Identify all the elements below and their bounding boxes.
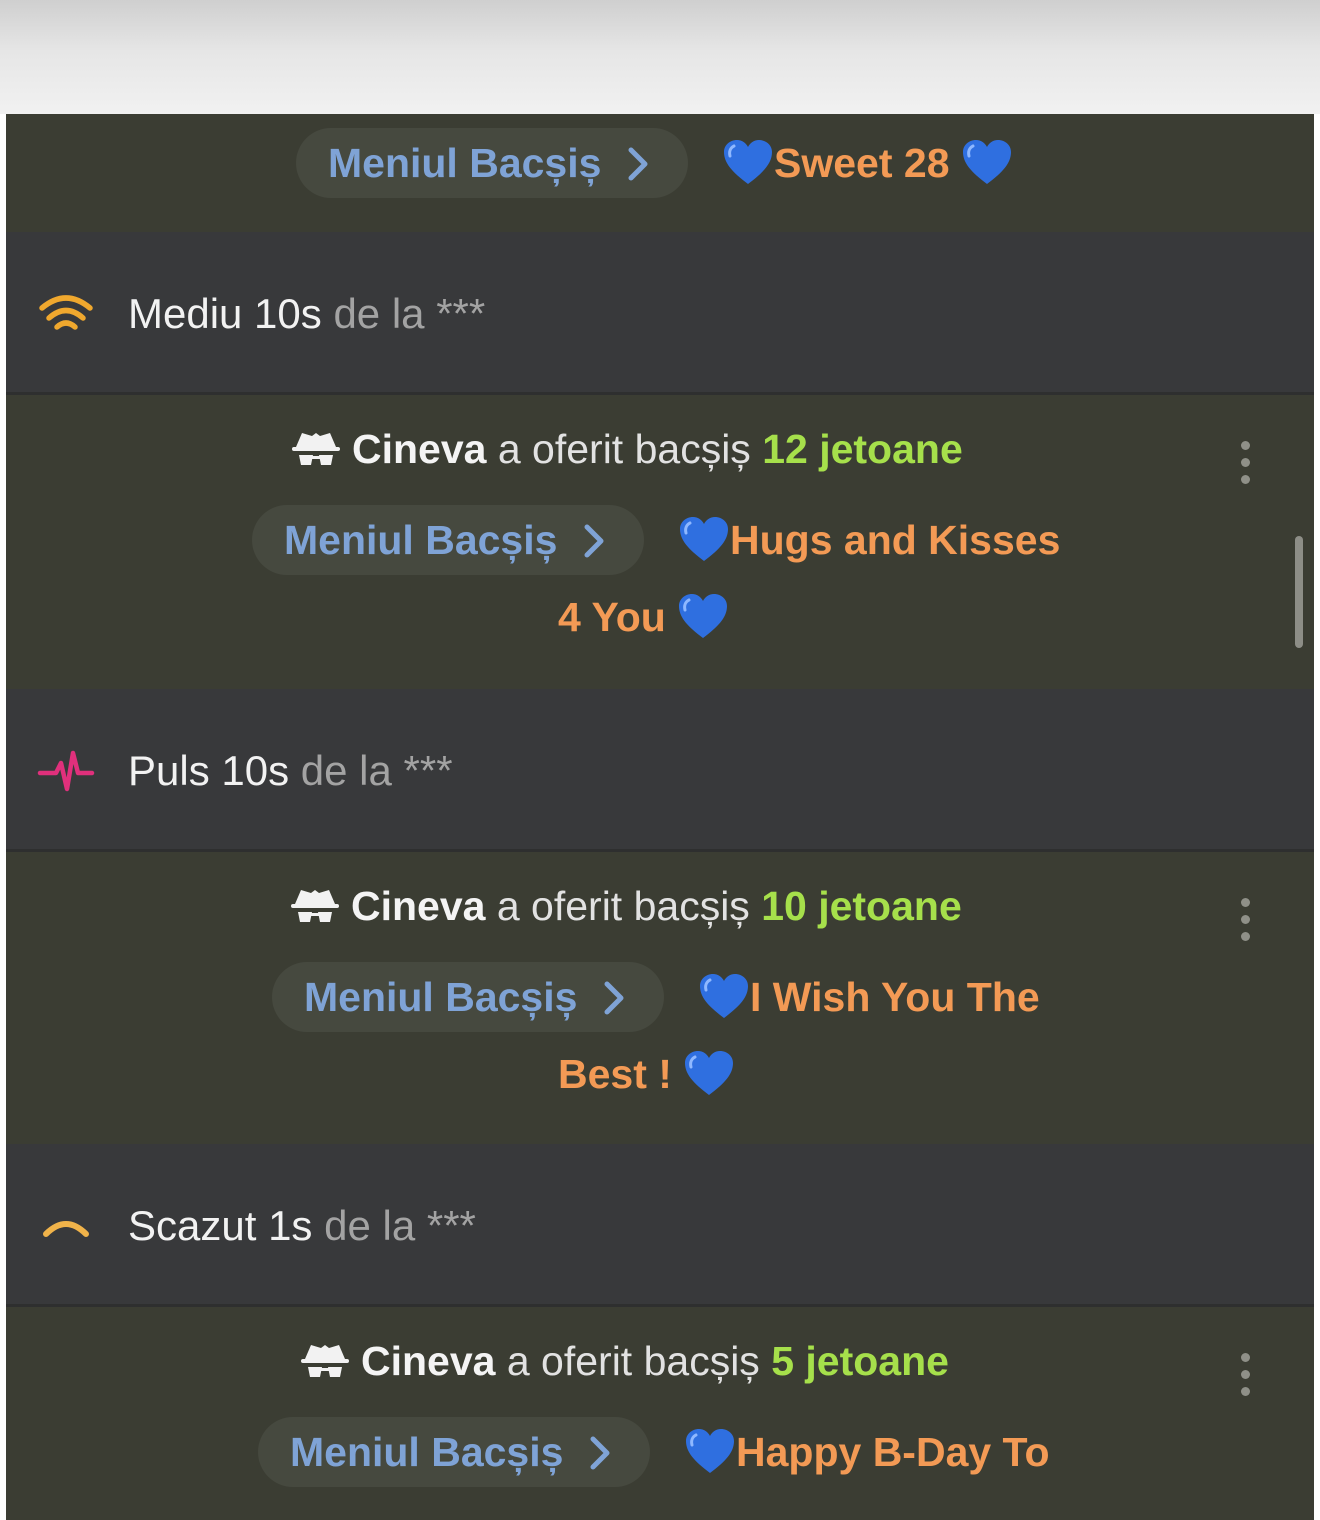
tip-note-text: Hugs and Kisses	[730, 517, 1061, 563]
vibration-user: ***	[426, 1202, 476, 1249]
tip-message: Cineva a oferit bacșiș 10 jetoane Meniul…	[6, 852, 1314, 1144]
tip-amount: 12 jetoane	[762, 426, 963, 472]
wifi-signal-icon	[39, 295, 93, 330]
tip-menu-button[interactable]: Meniul Bacșiș	[258, 1417, 650, 1487]
tip-verb: a oferit bacșiș	[496, 883, 750, 929]
tip-note: Happy B-Day To	[684, 1427, 1050, 1477]
chevron-right-icon	[583, 524, 605, 558]
tip-note-text: 4 You	[558, 594, 666, 640]
tip-menu-button[interactable]: Meniul Bacșiș	[252, 505, 644, 575]
more-options-icon[interactable]	[1240, 441, 1252, 493]
tip-message: Cineva a oferit bacșiș 5 jetoane Meniul …	[6, 1307, 1314, 1520]
vibration-text: Scazut 1s de la ***	[128, 1202, 476, 1250]
pulse-icon	[37, 750, 95, 792]
chevron-right-icon	[589, 1436, 611, 1470]
tip-menu-button[interactable]: Meniul Bacșiș	[296, 128, 688, 198]
tip-sender: Cineva	[352, 426, 487, 472]
tip-menu-button[interactable]: Meniul Bacșiș	[272, 962, 664, 1032]
blue-heart-icon	[684, 1427, 736, 1475]
tip-note: Hugs and Kisses	[678, 515, 1060, 565]
vibration-from: de la	[300, 747, 392, 794]
tip-amount: 10 jetoane	[761, 883, 962, 929]
tip-header: Cineva a oferit bacșiș 10 jetoane	[289, 881, 962, 931]
tip-note: Sweet 28	[722, 138, 1013, 188]
vibration-user: ***	[403, 747, 453, 794]
tip-menu-label: Meniul Bacșiș	[290, 1429, 564, 1475]
blue-heart-icon	[677, 592, 729, 640]
blue-heart-icon	[683, 1049, 735, 1097]
incognito-icon	[299, 1341, 351, 1381]
blue-heart-icon	[698, 972, 750, 1020]
tip-verb: a oferit bacșiș	[497, 426, 751, 472]
tip-note-continued: Best !	[558, 1049, 735, 1099]
incognito-icon	[290, 429, 342, 469]
chat-feed[interactable]: Meniul Bacșiș Sweet 28 Mediu 10s de la *…	[6, 114, 1314, 1520]
vibration-text: Puls 10s de la ***	[128, 747, 453, 795]
vibration-level: Mediu 10s	[128, 290, 322, 337]
more-options-icon[interactable]	[1240, 898, 1252, 950]
vibration-event: Scazut 1s de la ***	[6, 1144, 1314, 1307]
tip-note: I Wish You The	[698, 972, 1040, 1022]
chevron-right-icon	[627, 147, 649, 181]
chevron-right-icon	[603, 981, 625, 1015]
tip-message: Meniul Bacșiș Sweet 28	[6, 114, 1314, 232]
vibration-level: Scazut 1s	[128, 1202, 313, 1249]
tip-note-text: I Wish You The	[750, 974, 1040, 1020]
incognito-icon	[289, 886, 341, 926]
tip-sender: Cineva	[351, 883, 486, 929]
vibration-level: Puls 10s	[128, 747, 290, 794]
low-signal-icon	[43, 1221, 89, 1237]
window-top-bar	[0, 0, 1320, 114]
vibration-from: de la	[324, 1202, 416, 1249]
tip-menu-label: Meniul Bacșiș	[284, 517, 558, 563]
blue-heart-icon	[722, 138, 774, 186]
tip-note-text: Happy B-Day To	[736, 1429, 1050, 1475]
vibration-from: de la	[333, 290, 425, 337]
vibration-user: ***	[436, 290, 486, 337]
tip-note-continued: 4 You	[558, 592, 729, 642]
blue-heart-icon	[961, 138, 1013, 186]
tip-note-text: Best !	[558, 1051, 672, 1097]
tip-sender: Cineva	[361, 1338, 496, 1384]
tip-note-text: Sweet 28	[774, 140, 950, 186]
tip-verb: a oferit bacșiș	[506, 1338, 760, 1384]
tip-message: Cineva a oferit bacșiș 12 jetoane Meniul…	[6, 395, 1314, 689]
more-options-icon[interactable]	[1240, 1353, 1252, 1405]
tip-menu-label: Meniul Bacșiș	[328, 140, 602, 186]
vibration-event: Mediu 10s de la ***	[6, 232, 1314, 395]
tip-header: Cineva a oferit bacșiș 5 jetoane	[299, 1336, 949, 1386]
tip-amount: 5 jetoane	[771, 1338, 949, 1384]
blue-heart-icon	[678, 515, 730, 563]
tip-menu-label: Meniul Bacșiș	[304, 974, 578, 1020]
vibration-event: Puls 10s de la ***	[6, 689, 1314, 852]
scrollbar-thumb[interactable]	[1295, 536, 1303, 648]
tip-header: Cineva a oferit bacșiș 12 jetoane	[290, 424, 963, 474]
vibration-text: Mediu 10s de la ***	[128, 290, 485, 338]
